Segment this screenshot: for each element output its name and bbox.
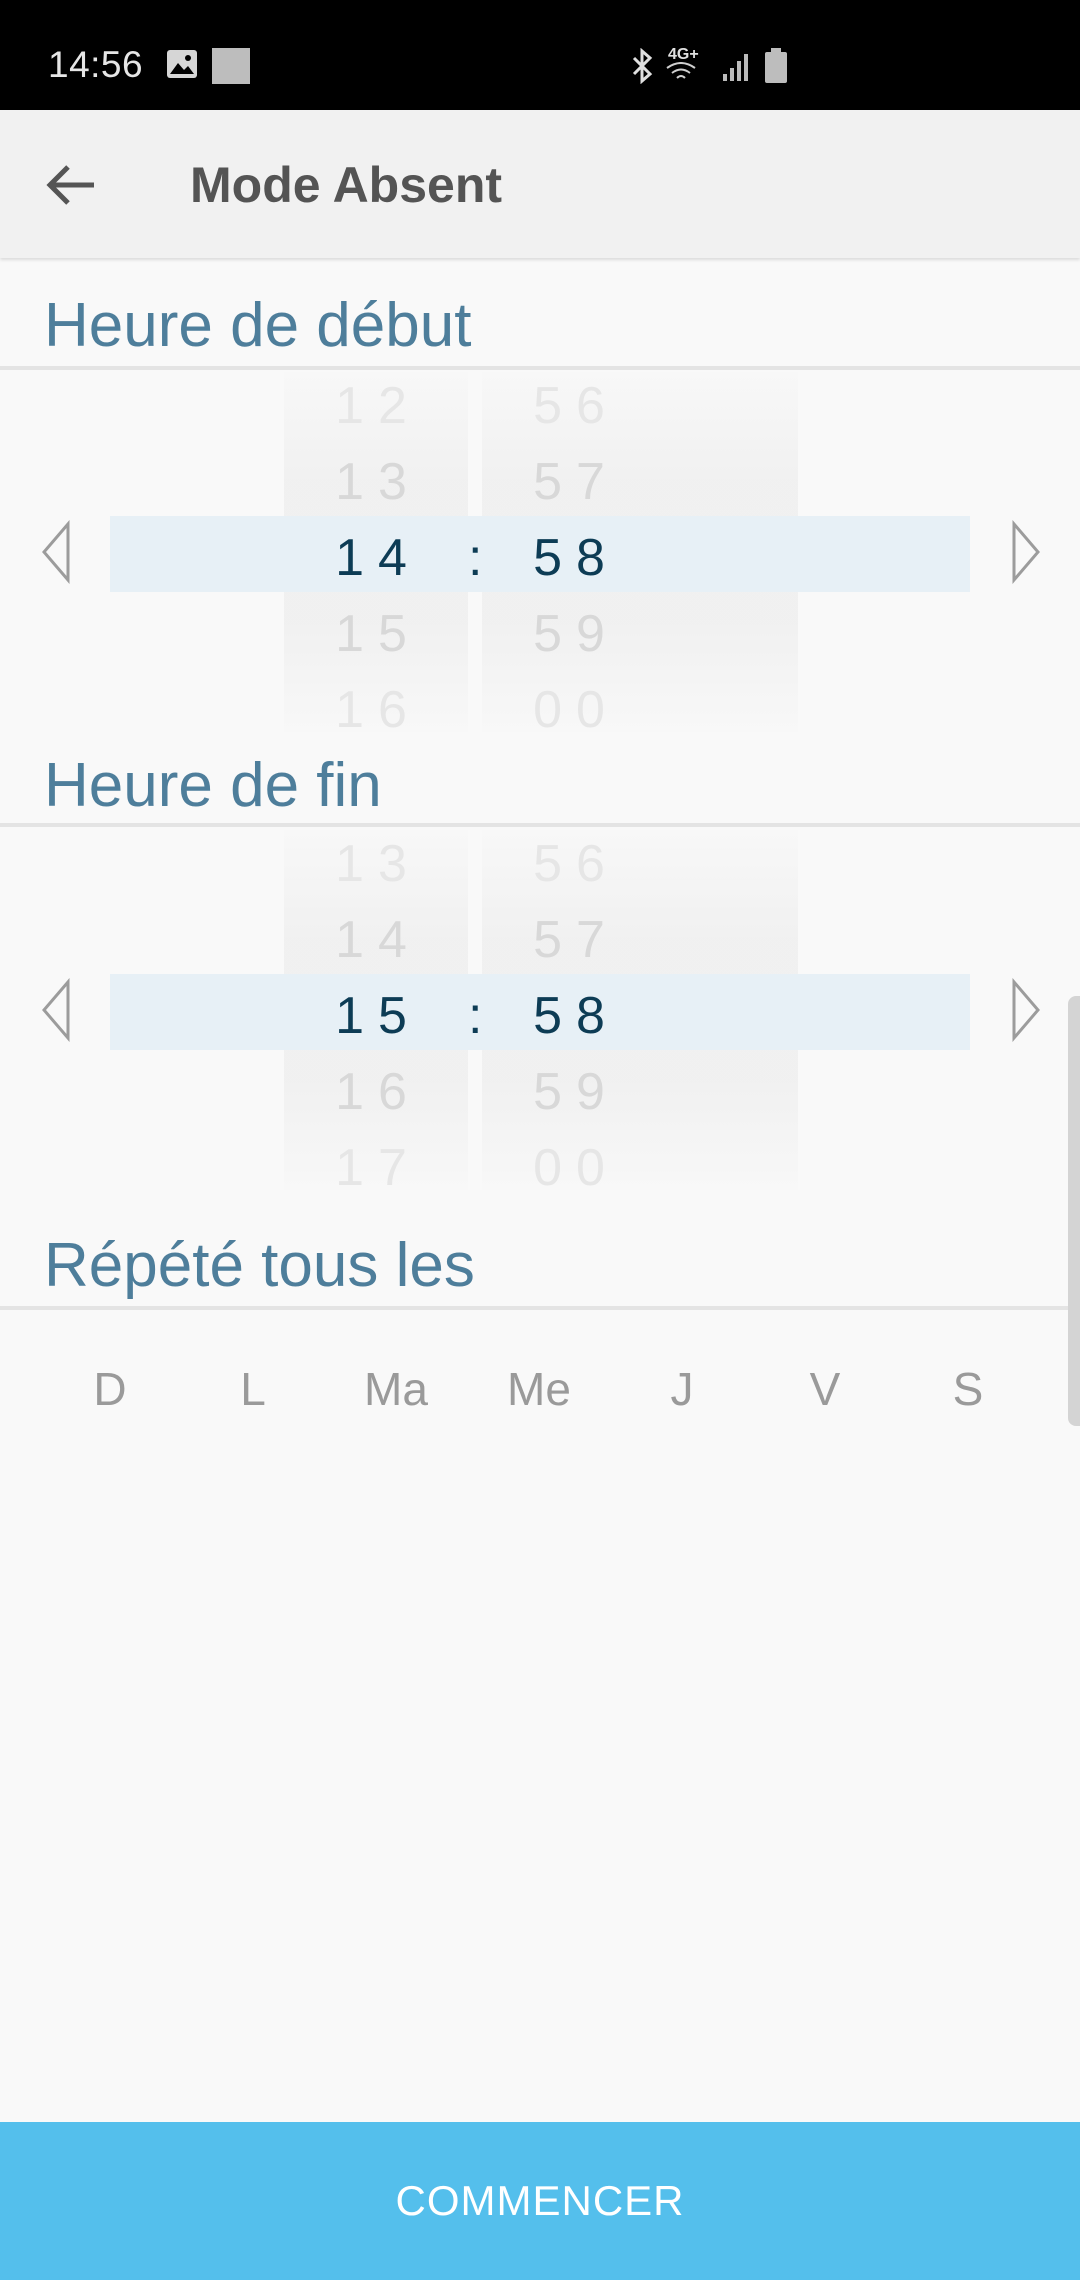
- start-time-header: Heure de début: [44, 291, 472, 360]
- end-minute-option[interactable]: 00: [516, 1138, 636, 1198]
- time-separator: :: [468, 987, 483, 1045]
- image-icon: [166, 49, 198, 84]
- day-toggle-wednesday[interactable]: Me: [479, 1362, 599, 1416]
- start-prev-arrow[interactable]: [38, 519, 74, 585]
- start-minute-option[interactable]: 57: [516, 452, 636, 512]
- day-toggle-tuesday[interactable]: Ma: [336, 1362, 456, 1416]
- end-minute-option[interactable]: 56: [516, 834, 636, 894]
- signal-icon: [722, 52, 752, 87]
- status-time: 14:56: [48, 44, 144, 85]
- start-hour-option[interactable]: 16: [318, 680, 438, 740]
- end-time-header: Heure de fin: [44, 751, 382, 820]
- end-hour-option[interactable]: 16: [318, 1062, 438, 1122]
- day-toggle-saturday[interactable]: S: [908, 1362, 1028, 1416]
- start-next-arrow[interactable]: [1008, 519, 1044, 585]
- chevron-left-icon: [42, 977, 70, 1043]
- square-icon: [212, 48, 250, 89]
- status-bar: 14:56 4G+: [0, 0, 1080, 110]
- end-hour-option[interactable]: 13: [318, 834, 438, 894]
- end-time-divider: [0, 823, 1080, 827]
- scrollbar[interactable]: [1068, 996, 1080, 1426]
- end-time-picker: 13 14 15 16 17 : 56 57 58 59 00: [0, 830, 1080, 1197]
- chevron-right-icon: [1012, 977, 1040, 1043]
- day-toggle-monday[interactable]: L: [193, 1362, 313, 1416]
- start-minute-option[interactable]: 00: [516, 680, 636, 740]
- start-hour-option[interactable]: 13: [318, 452, 438, 512]
- end-next-arrow[interactable]: [1008, 977, 1044, 1043]
- repeat-header: Répété tous les: [44, 1231, 475, 1300]
- day-toggle-sunday[interactable]: D: [50, 1362, 170, 1416]
- end-hour-selected[interactable]: 15: [318, 986, 438, 1046]
- start-minute-option[interactable]: 56: [516, 376, 636, 436]
- end-prev-arrow[interactable]: [38, 977, 74, 1043]
- start-time-divider: [0, 366, 1080, 370]
- page-title: Mode Absent: [190, 157, 503, 213]
- wifi-icon: [664, 62, 698, 87]
- end-hour-option[interactable]: 14: [318, 910, 438, 970]
- day-toggle-friday[interactable]: V: [765, 1362, 885, 1416]
- start-hour-selected[interactable]: 14: [318, 528, 438, 588]
- end-minute-option[interactable]: 57: [516, 910, 636, 970]
- start-hour-option[interactable]: 12: [318, 376, 438, 436]
- repeat-divider: [0, 1306, 1080, 1310]
- start-hour-option[interactable]: 15: [318, 604, 438, 664]
- end-minute-option[interactable]: 59: [516, 1062, 636, 1122]
- end-minute-selected[interactable]: 58: [516, 986, 636, 1046]
- start-time-picker: 12 13 14 15 16 : 56 57 58 59 00: [0, 372, 1080, 739]
- start-minute-option[interactable]: 59: [516, 604, 636, 664]
- back-button[interactable]: [40, 154, 102, 216]
- battery-icon: [764, 48, 788, 89]
- day-toggle-thursday[interactable]: J: [622, 1362, 742, 1416]
- chevron-left-icon: [42, 519, 70, 585]
- app-bar: Mode Absent: [0, 110, 1080, 258]
- bluetooth-icon: [628, 47, 658, 89]
- end-hour-option[interactable]: 17: [318, 1138, 438, 1198]
- chevron-right-icon: [1012, 519, 1040, 585]
- arrow-left-icon: [46, 165, 94, 205]
- time-separator: :: [468, 529, 483, 587]
- start-minute-selected[interactable]: 58: [516, 528, 636, 588]
- start-button[interactable]: COMMENCER: [0, 2122, 1080, 2280]
